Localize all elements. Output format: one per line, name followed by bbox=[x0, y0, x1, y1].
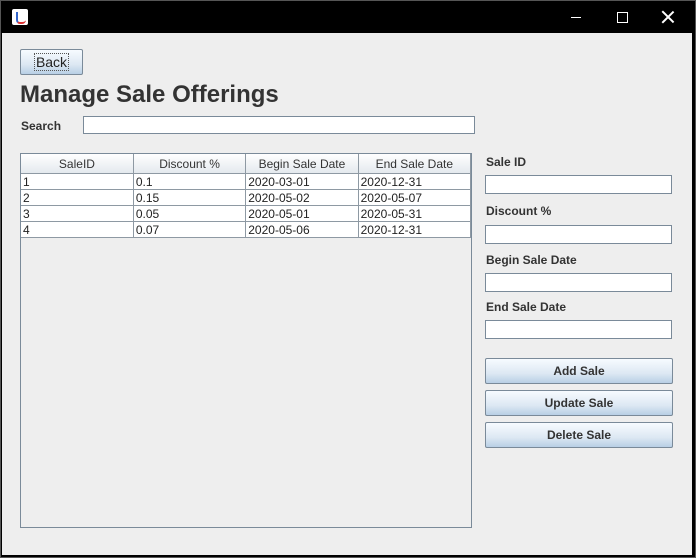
cell-end-date: 2020-12-31 bbox=[357, 221, 472, 238]
cell-end-date: 2020-12-31 bbox=[357, 173, 472, 190]
update-sale-button[interactable]: Update Sale bbox=[485, 390, 673, 416]
content-panel: Back Manage Sale Offerings Search SaleID… bbox=[2, 33, 692, 555]
table-row[interactable]: 4 0.07 2020-05-06 2020-12-31 bbox=[21, 221, 472, 238]
end-date-label: End Sale Date bbox=[486, 300, 567, 314]
discount-field[interactable] bbox=[485, 225, 672, 244]
cell-saleid: 2 bbox=[21, 189, 134, 206]
close-button[interactable] bbox=[645, 1, 691, 33]
close-icon bbox=[662, 11, 674, 23]
cell-saleid: 3 bbox=[21, 205, 134, 222]
sales-table: SaleID Discount % Begin Sale Date End Sa… bbox=[21, 154, 472, 238]
minimize-icon bbox=[571, 16, 581, 18]
discount-label: Discount % bbox=[486, 204, 552, 218]
cell-discount: 0.07 bbox=[132, 221, 247, 238]
sale-id-field[interactable] bbox=[485, 175, 672, 194]
column-header-discount[interactable]: Discount % bbox=[132, 154, 247, 174]
cell-discount: 0.05 bbox=[132, 205, 247, 222]
table-header-row: SaleID Discount % Begin Sale Date End Sa… bbox=[21, 154, 472, 174]
back-button-label: Back bbox=[33, 53, 70, 71]
cell-discount: 0.1 bbox=[132, 173, 247, 190]
column-header-saleid[interactable]: SaleID bbox=[21, 154, 134, 174]
cell-end-date: 2020-05-07 bbox=[357, 189, 472, 206]
cell-discount: 0.15 bbox=[132, 189, 247, 206]
add-sale-button[interactable]: Add Sale bbox=[485, 358, 673, 384]
title-bar bbox=[1, 1, 695, 33]
sale-id-label: Sale ID bbox=[486, 155, 527, 169]
minimize-button[interactable] bbox=[553, 1, 599, 33]
begin-date-field[interactable] bbox=[485, 273, 672, 292]
java-app-icon bbox=[12, 9, 28, 25]
search-label: Search bbox=[21, 119, 62, 133]
cell-saleid: 4 bbox=[21, 221, 134, 238]
column-header-begin-date[interactable]: Begin Sale Date bbox=[245, 154, 359, 174]
table-row[interactable]: 1 0.1 2020-03-01 2020-12-31 bbox=[21, 173, 472, 190]
column-header-end-date[interactable]: End Sale Date bbox=[357, 154, 472, 174]
maximize-icon bbox=[616, 11, 628, 23]
cell-saleid: 1 bbox=[21, 173, 134, 190]
end-date-field[interactable] bbox=[485, 320, 672, 339]
search-input[interactable] bbox=[83, 116, 475, 134]
app-window: Back Manage Sale Offerings Search SaleID… bbox=[0, 0, 696, 558]
cell-begin-date: 2020-03-01 bbox=[245, 173, 359, 190]
sales-table-scroll-pane[interactable]: SaleID Discount % Begin Sale Date End Sa… bbox=[20, 153, 472, 528]
cell-begin-date: 2020-05-06 bbox=[245, 221, 359, 238]
page-title: Manage Sale Offerings bbox=[20, 81, 279, 108]
cell-begin-date: 2020-05-02 bbox=[245, 189, 359, 206]
maximize-button[interactable] bbox=[599, 1, 645, 33]
begin-date-label: Begin Sale Date bbox=[486, 253, 577, 267]
cell-begin-date: 2020-05-01 bbox=[245, 205, 359, 222]
table-row[interactable]: 3 0.05 2020-05-01 2020-05-31 bbox=[21, 205, 472, 222]
cell-end-date: 2020-05-31 bbox=[357, 205, 472, 222]
table-row[interactable]: 2 0.15 2020-05-02 2020-05-07 bbox=[21, 189, 472, 206]
delete-sale-button[interactable]: Delete Sale bbox=[485, 422, 673, 448]
back-button[interactable]: Back bbox=[20, 49, 83, 75]
